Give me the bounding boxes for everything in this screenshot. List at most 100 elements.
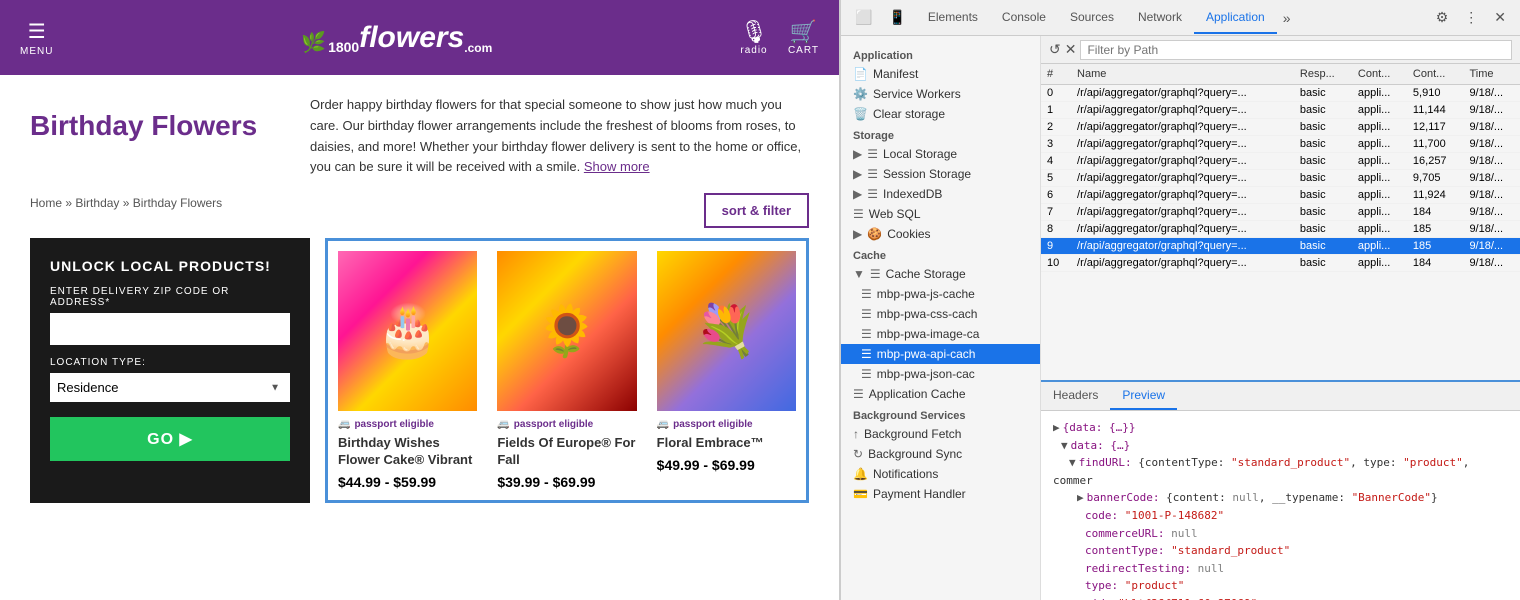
cart-icon: 🛒 xyxy=(790,19,817,45)
table-row[interactable]: 8 /r/api/aggregator/graphql?query=... ba… xyxy=(1041,221,1520,238)
passport-badge-2: 🚐 passport eligible xyxy=(497,419,636,430)
col-cont2: Cont... xyxy=(1407,64,1464,85)
logo-leaf-icon: 🌿 xyxy=(301,30,326,55)
table-row[interactable]: 10 /r/api/aggregator/graphql?query=... b… xyxy=(1041,255,1520,272)
close-button[interactable]: ✕ xyxy=(1488,5,1512,30)
table-row[interactable]: 4 /r/api/aggregator/graphql?query=... ba… xyxy=(1041,153,1520,170)
menu-label: MENU xyxy=(20,46,53,57)
product-image-2: 🌻 xyxy=(497,251,636,411)
radio-label: radio xyxy=(740,45,767,56)
settings-button[interactable]: ⚙ xyxy=(1430,5,1455,30)
sidebar-item-pwa-css-cache[interactable]: ☰ mbp-pwa-css-cach xyxy=(841,304,1040,324)
tab-console[interactable]: Console xyxy=(990,2,1058,34)
table-row[interactable]: 2 /r/api/aggregator/graphql?query=... ba… xyxy=(1041,119,1520,136)
session-storage-icon: ☰ xyxy=(867,167,878,181)
sidebar-item-clear-storage[interactable]: 🗑️ Clear storage xyxy=(841,104,1040,124)
table-row[interactable]: 1 /r/api/aggregator/graphql?query=... ba… xyxy=(1041,102,1520,119)
sidebar-item-web-sql[interactable]: ☰ Web SQL xyxy=(841,204,1040,224)
zip-input[interactable] xyxy=(50,313,290,345)
site-body: Birthday Flowers Order happy birthday fl… xyxy=(0,75,839,600)
sidebar-item-pwa-json-cache[interactable]: ☰ mbp-pwa-json-cac xyxy=(841,364,1040,384)
sidebar-item-service-workers[interactable]: ⚙️ Service Workers xyxy=(841,84,1040,104)
product-grid: 🎂 🚐 passport eligible Birthday Wishes Fl… xyxy=(325,238,809,503)
inspect-element-button[interactable]: ⬜ xyxy=(849,5,878,30)
passport-badge-3: 🚐 passport eligible xyxy=(657,419,796,430)
sidebar-item-indexeddb[interactable]: ▶ ☰ IndexedDB xyxy=(841,184,1040,204)
sidebar-item-session-storage[interactable]: ▶ ☰ Session Storage xyxy=(841,164,1040,184)
location-label: LOCATION TYPE: xyxy=(50,357,290,368)
sidebar-item-background-fetch[interactable]: ↑ Background Fetch xyxy=(841,424,1040,444)
page-title: Birthday Flowers xyxy=(30,110,290,142)
logo-com: .com xyxy=(464,41,492,55)
sort-filter-button[interactable]: sort & filter xyxy=(704,193,809,228)
list-item: 🌻 🚐 passport eligible Fields Of Europe® … xyxy=(487,241,646,500)
background-services-label: Background Services xyxy=(841,404,1040,424)
col-cont1: Cont... xyxy=(1352,64,1407,85)
payment-handler-icon: 💳 xyxy=(853,487,868,501)
content-area: Birthday Flowers Order happy birthday fl… xyxy=(0,75,839,523)
breadcrumb-birthday[interactable]: Birthday xyxy=(75,196,119,210)
product-name-2[interactable]: Fields Of Europe® For Fall xyxy=(497,435,636,469)
more-options-button[interactable]: ⋮ xyxy=(1458,5,1484,30)
tab-network[interactable]: Network xyxy=(1126,2,1194,34)
breadcrumb-current: Birthday Flowers xyxy=(133,196,222,210)
radio-button[interactable]: 🎙 radio xyxy=(740,19,768,56)
sidebar-item-background-sync[interactable]: ↻ Background Sync xyxy=(841,444,1040,464)
zip-title: UNLOCK LOCAL PRODUCTS! xyxy=(50,258,290,274)
clear-filter-button[interactable]: ✕ xyxy=(1065,41,1077,58)
product-image-3: 💐 xyxy=(657,251,796,411)
sidebar-item-pwa-image-cache[interactable]: ☰ mbp-pwa-image-ca xyxy=(841,324,1040,344)
sidebar-item-cache-storage[interactable]: ▼ ☰ Cache Storage xyxy=(841,264,1040,284)
col-resp: Resp... xyxy=(1294,64,1352,85)
menu-button[interactable]: ☰ MENU xyxy=(20,19,53,57)
sidebar-item-notifications[interactable]: 🔔 Notifications xyxy=(841,464,1040,484)
sidebar-item-pwa-api-cache[interactable]: ☰ mbp-pwa-api-cach xyxy=(841,344,1040,364)
zip-label: ENTER DELIVERY ZIP CODE OR ADDRESS* xyxy=(50,286,290,308)
location-select[interactable]: Residence Business xyxy=(50,373,290,402)
more-tabs-button[interactable]: » xyxy=(1277,2,1297,34)
logo[interactable]: 🌿 1800 flowers .com xyxy=(53,21,740,55)
refresh-button[interactable]: ↺ xyxy=(1049,41,1061,58)
go-button[interactable]: GO ▶ xyxy=(50,417,290,461)
web-sql-icon: ☰ xyxy=(853,207,864,221)
devtools-tabs: Elements Console Sources Network Applica… xyxy=(916,2,1426,34)
show-more-link[interactable]: Show more xyxy=(584,159,650,174)
table-row[interactable]: 5 /r/api/aggregator/graphql?query=... ba… xyxy=(1041,170,1520,187)
table-row[interactable]: 3 /r/api/aggregator/graphql?query=... ba… xyxy=(1041,136,1520,153)
table-row[interactable]: 0 /r/api/aggregator/graphql?query=... ba… xyxy=(1041,85,1520,102)
device-toolbar-button[interactable]: 📱 xyxy=(882,5,911,30)
devtools-main-panel: ↺ ✕ # Name Resp... Cont... Cont... Time xyxy=(1041,36,1520,600)
microphone-icon: 🎙 xyxy=(740,19,768,45)
storage-section-label: Storage xyxy=(841,124,1040,144)
tab-sources[interactable]: Sources xyxy=(1058,2,1126,34)
product-name-3[interactable]: Floral Embrace™ xyxy=(657,435,796,452)
breadcrumb: Home » Birthday » Birthday Flowers xyxy=(30,196,222,210)
cache-storage-icon: ☰ xyxy=(870,267,881,281)
table-row[interactable]: 9 /r/api/aggregator/graphql?query=... ba… xyxy=(1041,238,1520,255)
breadcrumb-home[interactable]: Home xyxy=(30,196,62,210)
sidebar-item-local-storage[interactable]: ▶ ☰ Local Storage xyxy=(841,144,1040,164)
sidebar-item-application-cache[interactable]: ☰ Application Cache xyxy=(841,384,1040,404)
tab-elements[interactable]: Elements xyxy=(916,2,990,34)
table-row[interactable]: 6 /r/api/aggregator/graphql?query=... ba… xyxy=(1041,187,1520,204)
clear-storage-icon: 🗑️ xyxy=(853,107,868,121)
indexeddb-icon: ☰ xyxy=(867,187,878,201)
product-name-1[interactable]: Birthday Wishes Flower Cake® Vibrant xyxy=(338,435,477,469)
table-row[interactable]: 7 /r/api/aggregator/graphql?query=... ba… xyxy=(1041,204,1520,221)
cart-button[interactable]: 🛒 CART xyxy=(788,19,819,56)
application-section-label: Application xyxy=(841,44,1040,64)
tab-headers[interactable]: Headers xyxy=(1041,382,1110,410)
sidebar-item-pwa-js-cache[interactable]: ☰ mbp-pwa-js-cache xyxy=(841,284,1040,304)
header-right: 🎙 radio 🛒 CART xyxy=(740,19,819,56)
filter-input[interactable] xyxy=(1080,40,1512,60)
sidebar-item-payment-handler[interactable]: 💳 Payment Handler xyxy=(841,484,1040,504)
tab-preview[interactable]: Preview xyxy=(1110,382,1177,410)
col-name: Name xyxy=(1071,64,1294,85)
pwa-js-icon: ☰ xyxy=(861,287,872,301)
tab-application[interactable]: Application xyxy=(1194,2,1277,34)
product-price-3: $49.99 - $69.99 xyxy=(657,457,796,473)
devtools-sidebar: Application 📄 Manifest ⚙️ Service Worker… xyxy=(841,36,1041,600)
sidebar-item-manifest[interactable]: 📄 Manifest xyxy=(841,64,1040,84)
pwa-api-icon: ☰ xyxy=(861,347,872,361)
sidebar-item-cookies[interactable]: ▶ 🍪 Cookies xyxy=(841,224,1040,244)
